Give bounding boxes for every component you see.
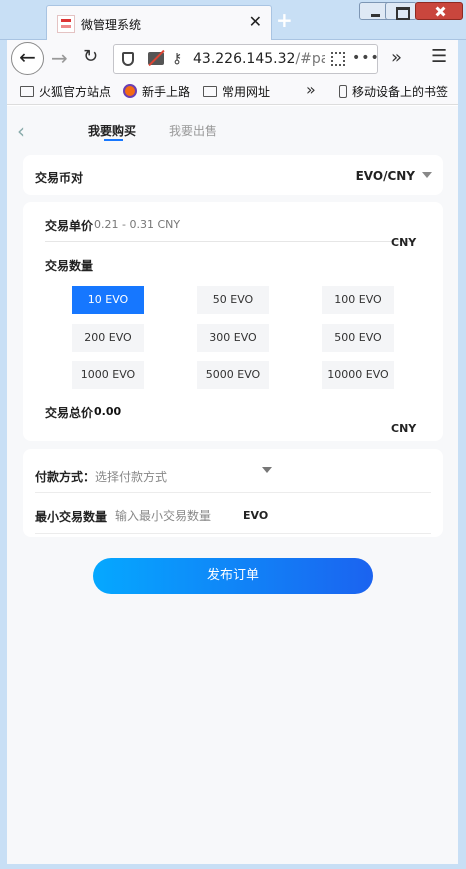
quantity-option[interactable]: 1000 EVO (72, 361, 144, 389)
qr-code-icon[interactable] (331, 52, 345, 66)
payment-method-label: 付款方式： (35, 470, 96, 484)
row-divider (35, 492, 431, 493)
window-close-button[interactable] (415, 2, 463, 20)
browser-forward-icon[interactable]: → (51, 46, 68, 70)
page-actions-icon[interactable]: ••• (352, 50, 380, 66)
row-divider (35, 533, 431, 534)
url-text[interactable]: 43.226.145.32/#page (193, 51, 325, 67)
folder-icon (20, 86, 34, 97)
publish-order-button[interactable]: 发布订单 (93, 558, 373, 594)
quantity-option[interactable]: 10 EVO (72, 286, 144, 314)
site-favicon-icon (57, 15, 75, 33)
hamburger-menu-icon[interactable]: ☰ (431, 46, 447, 67)
price-range: 0.21 - 0.31 CNY (94, 218, 181, 231)
min-quantity-input[interactable] (115, 507, 233, 525)
mobile-bookmarks[interactable]: 移动设备上的书签 (339, 83, 448, 100)
pair-label: 交易币对 (35, 171, 84, 185)
price-label: 交易单价 (45, 219, 94, 233)
camera-blocked-icon[interactable] (148, 52, 164, 65)
total-label: 交易总价 (45, 406, 94, 420)
new-tab-icon[interactable]: + (276, 8, 293, 32)
tracking-shield-icon[interactable] (122, 52, 134, 66)
quantity-option[interactable]: 300 EVO (197, 324, 269, 352)
phone-icon (339, 85, 347, 98)
browser-reload-icon[interactable]: ↻ (83, 46, 98, 67)
bookmarks-bar: 火狐官方站点 新手上路 常用网址 » 移动设备上的书签 (0, 78, 466, 105)
quantity-option[interactable]: 100 EVO (322, 286, 394, 314)
quantity-option[interactable]: 500 EVO (322, 324, 394, 352)
pair-selector[interactable]: 交易币对 EVO/CNY (23, 155, 443, 195)
caret-down-icon[interactable] (422, 172, 432, 178)
payment-card: 付款方式： 选择付款方式 最小交易数量 EVO (23, 449, 443, 537)
firefox-icon (123, 84, 137, 98)
total-value: 0.00 (94, 405, 122, 418)
window-titlebar: 微管理系统 ✕ + (0, 0, 466, 41)
price-unit: CNY (391, 236, 417, 249)
quantity-option[interactable]: 5000 EVO (197, 361, 269, 389)
toolbar-overflow-icon[interactable]: » (391, 47, 402, 68)
pair-value[interactable]: EVO/CNY (356, 169, 415, 183)
browser-navbar: ← → ↻ ⚷ 43.226.145.32/#page ••• » ☰ (0, 40, 466, 78)
browser-back-icon[interactable]: ← (11, 42, 44, 75)
quantity-option[interactable]: 50 EVO (197, 286, 269, 314)
quantity-option[interactable]: 200 EVO (72, 324, 144, 352)
min-quantity-unit: EVO (243, 509, 269, 522)
window-maximize-button[interactable] (385, 2, 417, 20)
page-content: ‹ 我要购买 我要出售 交易币对 EVO/CNY 交易单价 0.21 - 0.3… (7, 106, 458, 864)
quantity-label: 交易数量 (45, 259, 94, 273)
tab-title: 微管理系统 (81, 18, 142, 32)
quantity-option[interactable]: 10000 EVO (322, 361, 394, 389)
active-tab-indicator (104, 139, 123, 141)
tab-close-icon[interactable]: ✕ (249, 12, 262, 31)
bookmark-item[interactable]: 常用网址 (203, 83, 270, 100)
trade-card: 交易单价 0.21 - 0.31 CNY CNY 交易数量 10 EVO 50 … (23, 202, 443, 441)
bookmarks-overflow-icon[interactable]: » (306, 80, 316, 99)
price-divider (45, 241, 415, 242)
bookmark-item[interactable]: 新手上路 (123, 83, 190, 100)
folder-icon (203, 86, 217, 97)
min-quantity-label: 最小交易数量 (35, 510, 108, 524)
key-icon[interactable]: ⚷ (172, 51, 182, 67)
browser-tab[interactable]: 微管理系统 ✕ (46, 5, 272, 41)
tab-sell[interactable]: 我要出售 (169, 122, 217, 139)
caret-down-icon[interactable] (262, 467, 272, 473)
back-arrow-icon[interactable]: ‹ (17, 119, 25, 143)
tab-buy[interactable]: 我要购买 (88, 122, 136, 139)
total-unit: CNY (391, 422, 417, 435)
payment-method-select[interactable]: 选择付款方式 (95, 468, 167, 485)
url-bar[interactable]: ⚷ 43.226.145.32/#page ••• (113, 44, 380, 74)
bookmark-item[interactable]: 火狐官方站点 (20, 83, 111, 100)
